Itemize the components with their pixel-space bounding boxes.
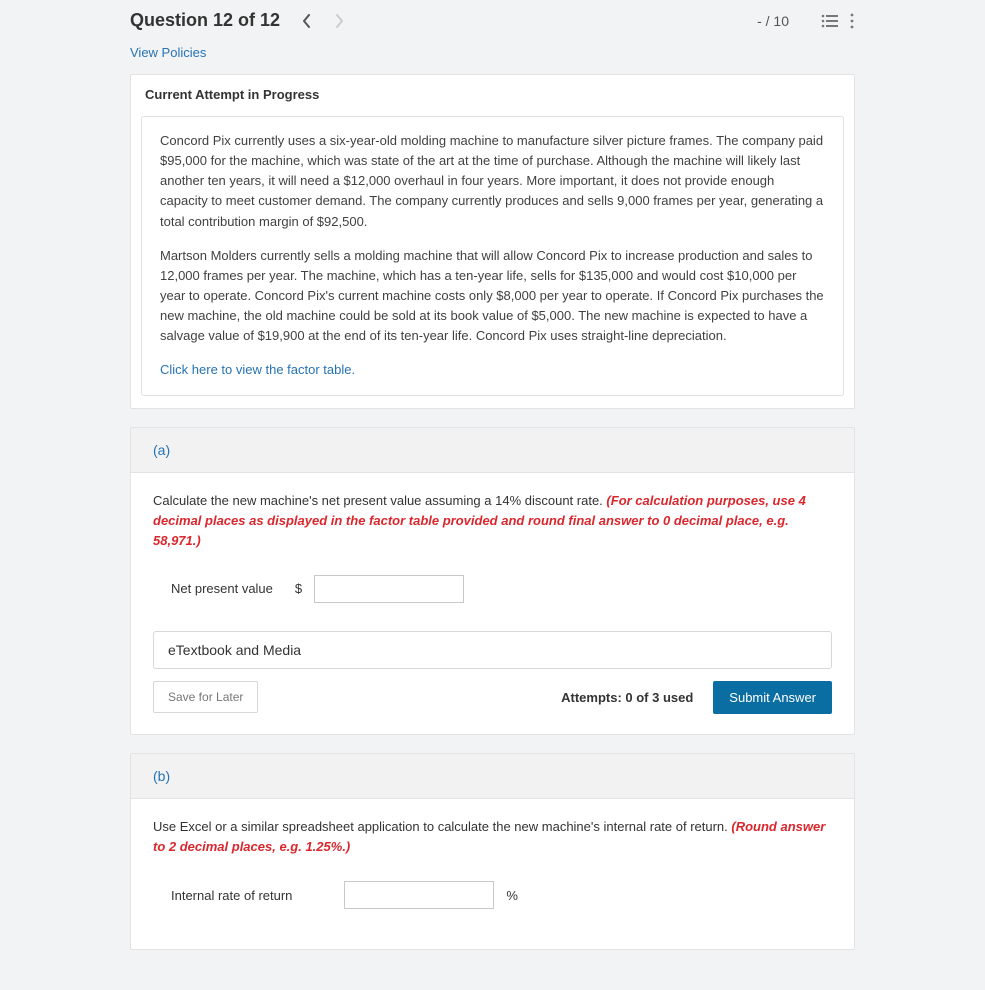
currency-symbol: $ xyxy=(295,581,302,596)
question-header: Question 12 of 12 - / 10 xyxy=(0,0,985,37)
part-a-actions: Save for Later Attempts: 0 of 3 used Sub… xyxy=(153,681,832,714)
question-nav xyxy=(298,12,348,30)
problem-paragraph-1: Concord Pix currently uses a six-year-ol… xyxy=(160,131,825,232)
prev-question-button[interactable] xyxy=(298,12,316,30)
part-a-answer-row: Net present value $ xyxy=(153,551,832,623)
question-score: - / 10 xyxy=(757,13,789,29)
etextbook-media-button[interactable]: eTextbook and Media xyxy=(153,631,832,669)
npv-input[interactable] xyxy=(314,575,464,603)
part-a-header: (a) xyxy=(131,428,854,473)
next-question-button xyxy=(330,12,348,30)
problem-statement: Concord Pix currently uses a six-year-ol… xyxy=(141,116,844,396)
part-b-label: (b) xyxy=(153,768,170,784)
part-b-answer-row: Internal rate of return % xyxy=(153,857,832,929)
irr-input[interactable] xyxy=(344,881,494,909)
kebab-icon xyxy=(849,13,855,29)
part-b-card: (b) Use Excel or a similar spreadsheet a… xyxy=(130,753,855,950)
part-a-instructions: Calculate the new machine's net present … xyxy=(153,491,832,551)
chevron-left-icon xyxy=(302,14,312,28)
attempts-remaining: Attempts: 0 of 3 used xyxy=(561,690,693,705)
factor-table-link[interactable]: Click here to view the factor table. xyxy=(160,362,355,377)
part-a-instr-text: Calculate the new machine's net present … xyxy=(153,493,606,508)
more-options-button[interactable] xyxy=(849,13,855,29)
part-b-instructions: Use Excel or a similar spreadsheet appli… xyxy=(153,817,832,857)
part-a-label: (a) xyxy=(153,442,170,458)
part-b-header: (b) xyxy=(131,754,854,799)
percent-symbol: % xyxy=(506,888,518,903)
save-for-later-button[interactable]: Save for Later xyxy=(153,681,258,713)
question-list-button[interactable] xyxy=(821,14,839,28)
part-b-instr-text: Use Excel or a similar spreadsheet appli… xyxy=(153,819,731,834)
attempt-card: Current Attempt in Progress Concord Pix … xyxy=(130,74,855,409)
list-icon xyxy=(821,14,839,28)
part-a-card: (a) Calculate the new machine's net pres… xyxy=(130,427,855,735)
chevron-right-icon xyxy=(334,14,344,28)
npv-label: Net present value xyxy=(171,581,273,596)
question-title: Question 12 of 12 xyxy=(130,10,280,31)
view-policies-link[interactable]: View Policies xyxy=(130,37,206,74)
irr-label: Internal rate of return xyxy=(171,888,292,903)
submit-answer-button[interactable]: Submit Answer xyxy=(713,681,832,714)
problem-paragraph-2: Martson Molders currently sells a moldin… xyxy=(160,246,825,347)
attempt-heading: Current Attempt in Progress xyxy=(131,75,854,112)
